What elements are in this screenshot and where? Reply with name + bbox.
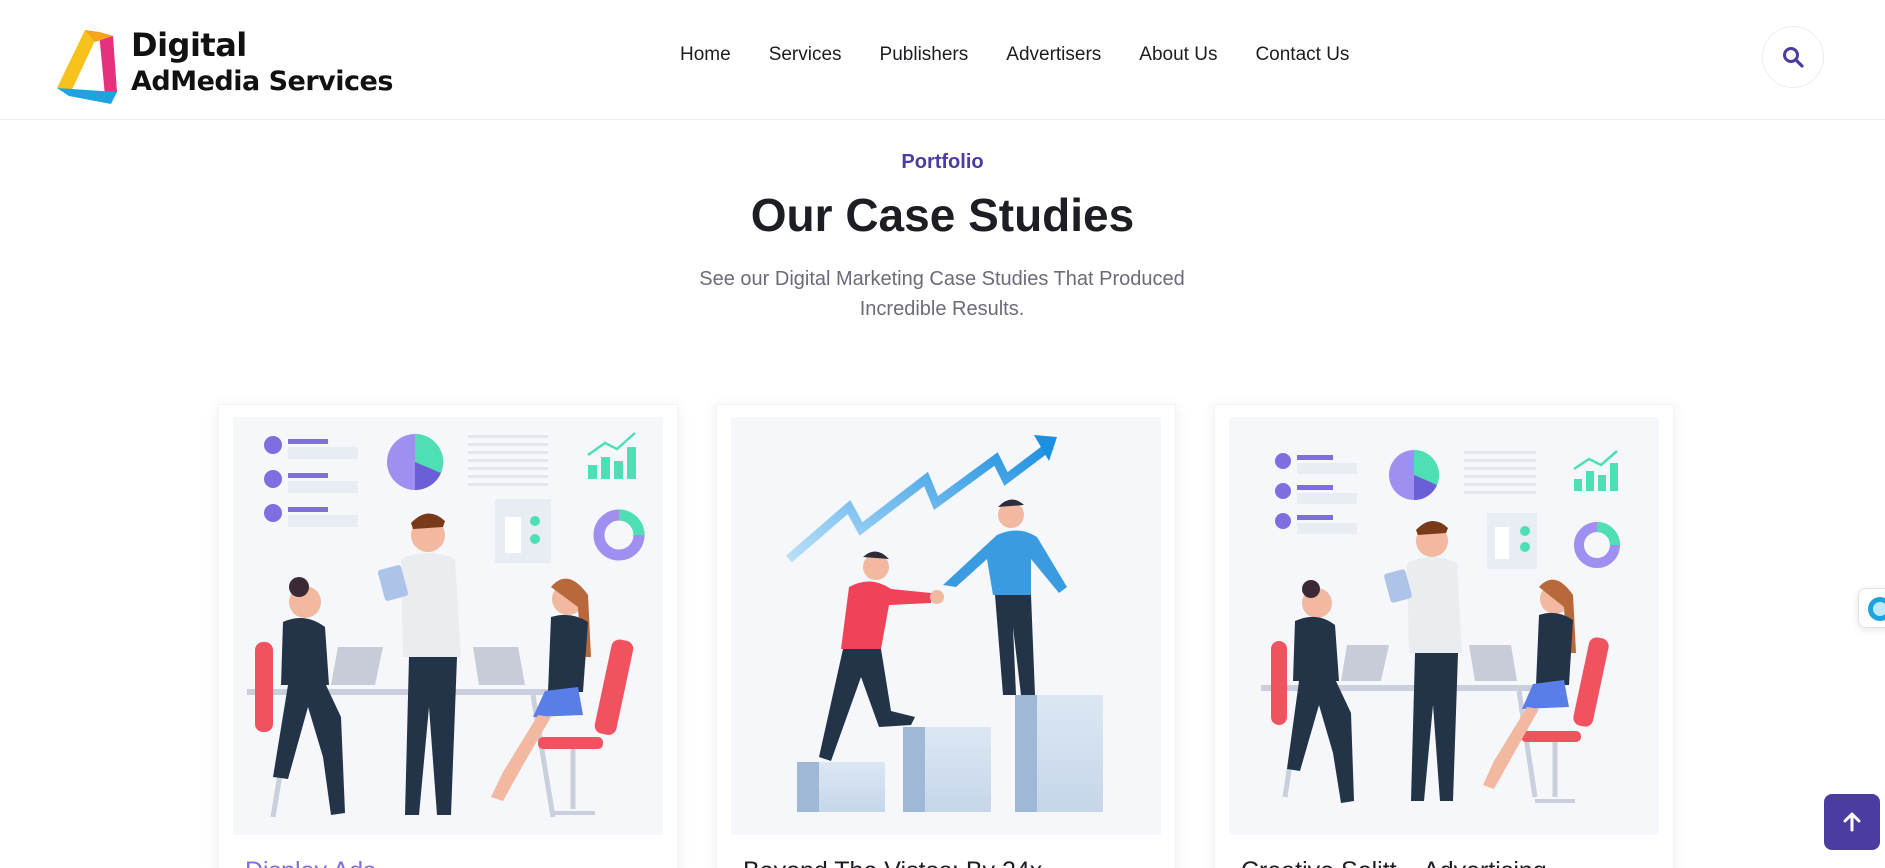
nav-item-home[interactable]: Home — [680, 44, 731, 66]
team-office-illustration[interactable] — [233, 417, 663, 835]
brand-name-line1: Digital — [131, 26, 247, 64]
scroll-top-button[interactable] — [1824, 794, 1880, 850]
brand-logo[interactable]: Digital AdMedia Services — [55, 26, 393, 106]
team-office-illustration[interactable] — [1229, 417, 1659, 835]
nav-item-publishers[interactable]: Publishers — [880, 44, 969, 66]
search-icon — [1783, 47, 1804, 68]
section-subtitle: See our Digital Marketing Case Studies T… — [699, 268, 1185, 320]
arrow-up-icon — [1843, 812, 1861, 832]
case-study-card[interactable]: Creative Solitt... Advertising — [1214, 404, 1674, 868]
case-study-title[interactable]: Creative Solitt... Advertising — [1241, 857, 1547, 868]
chat-bubble-icon — [1868, 597, 1885, 621]
nav-item-advertisers[interactable]: Advertisers — [1006, 44, 1101, 66]
site-header: Digital AdMedia Services Home Services P… — [0, 0, 1885, 120]
logo-triangle-icon — [57, 30, 117, 104]
search-button[interactable] — [1762, 26, 1824, 88]
nav-item-services[interactable]: Services — [769, 44, 842, 66]
case-study-title[interactable]: Display Ads — [245, 857, 376, 868]
main-nav: Home Services Publishers Advertisers Abo… — [680, 44, 1349, 66]
nav-item-contact-us[interactable]: Contact Us — [1255, 44, 1349, 66]
brand-name-line2: AdMedia Services — [131, 66, 393, 97]
pie-chart-icon — [387, 433, 444, 491]
section-title: Our Case Studies — [750, 189, 1135, 241]
side-chat-widget[interactable] — [1858, 588, 1885, 628]
case-study-card[interactable]: Beyond The Vistas: By 24x... — [716, 404, 1176, 868]
handshake-growth-illustration[interactable] — [731, 417, 1161, 835]
case-study-title[interactable]: Beyond The Vistas: By 24x... — [743, 857, 1063, 868]
case-study-card[interactable]: Display Ads — [218, 404, 678, 868]
nav-item-about-us[interactable]: About Us — [1139, 44, 1217, 66]
section-eyebrow: Portfolio — [901, 151, 984, 173]
